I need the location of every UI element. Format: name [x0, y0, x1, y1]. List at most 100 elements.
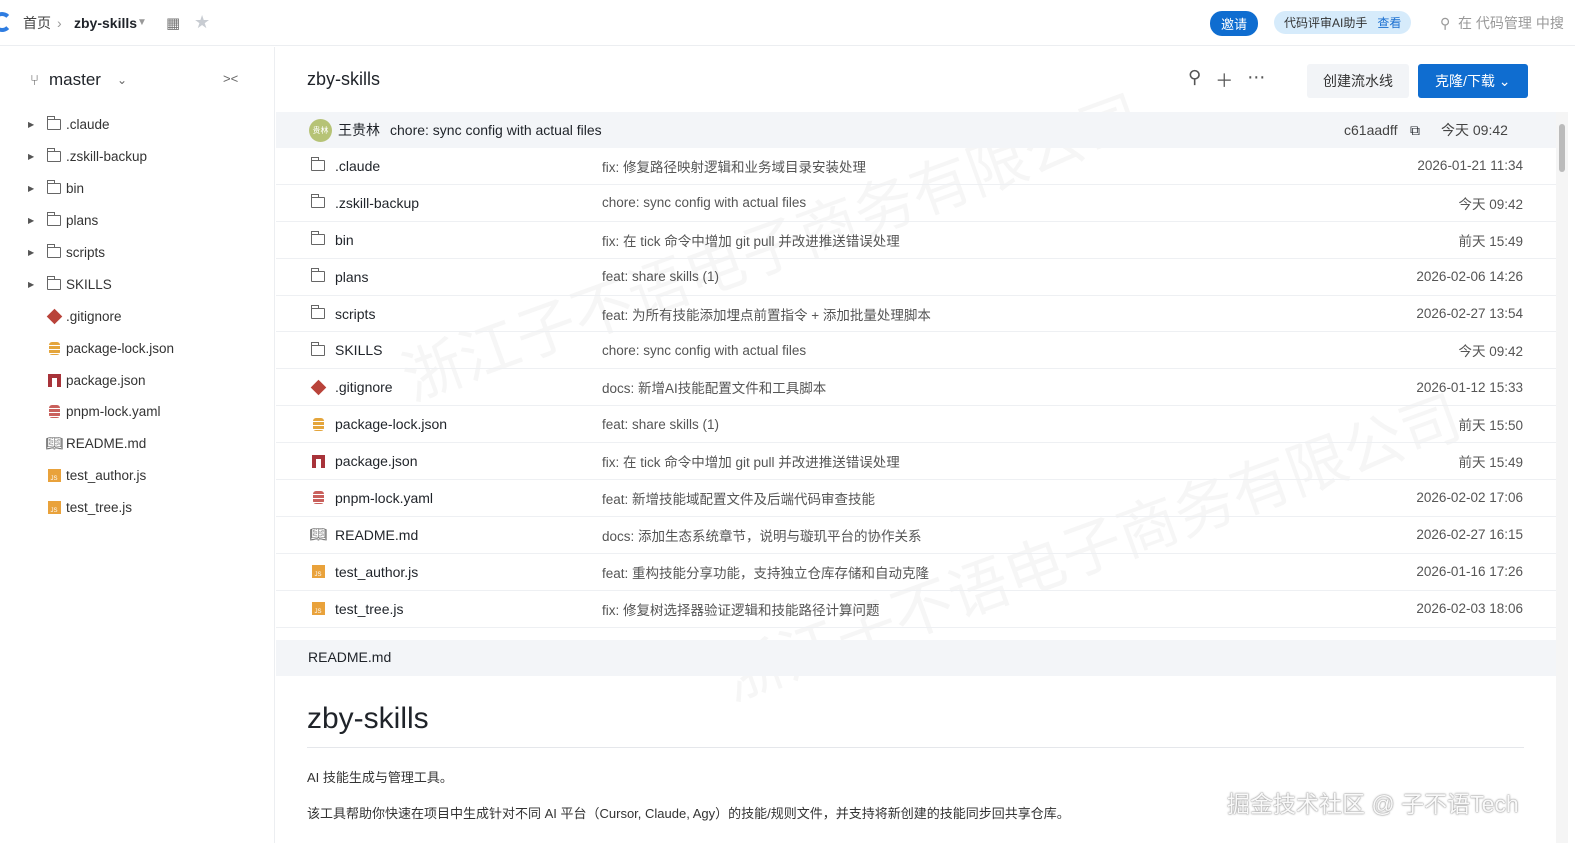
more-icon[interactable]: ⋯ [1247, 67, 1265, 93]
tree-item[interactable]: package.json [0, 364, 275, 396]
commit-message-link[interactable]: feat: 为所有技能添加埋点前置指令 + 添加批量处理脚本 [602, 304, 931, 324]
folder-icon [44, 275, 64, 290]
clone-download-button[interactable]: 克隆/下载 ⌄ [1418, 64, 1528, 98]
collapse-sidebar-icon[interactable]: >< [223, 71, 238, 86]
top-bar: 首页 › zby-skills ▼ ▦ ★ 邀请 代码评审AI助手 查看 ⚲ 在 … [0, 0, 1575, 46]
breadcrumb-repo[interactable]: zby-skills [74, 15, 137, 31]
commit-message-link[interactable]: chore: sync config with actual files [602, 343, 806, 358]
readme-title: zby-skills [307, 702, 429, 735]
latest-commit-bar: 贵林 王贵林 chore: sync config with actual fi… [276, 112, 1556, 148]
tree-item-label: .gitignore [66, 308, 122, 324]
ai-review-view-link[interactable]: 查看 [1377, 16, 1401, 30]
commit-date: 2026-02-06 14:26 [1416, 269, 1523, 285]
create-pipeline-button[interactable]: 创建流水线 [1307, 64, 1409, 98]
commit-message-link[interactable]: docs: 添加生态系统章节，说明与璇玑平台的协作关系 [602, 525, 922, 545]
file-name-link[interactable]: test_tree.js [335, 601, 403, 617]
commit-message-link[interactable]: fix: 在 tick 命令中增加 git pull 并改进推送错误处理 [602, 230, 900, 250]
file-name-link[interactable]: .zskill-backup [335, 195, 419, 211]
expand-arrow-icon[interactable]: ▶ [28, 216, 44, 225]
tree-item[interactable]: 📖︎ README.md [0, 428, 275, 460]
tree-item[interactable]: package-lock.json [0, 332, 275, 364]
file-name-link[interactable]: package-lock.json [335, 416, 447, 432]
file-name-link[interactable]: .gitignore [335, 379, 393, 395]
scrollbar[interactable] [1556, 112, 1568, 843]
commit-date: 2026-02-03 18:06 [1416, 601, 1523, 617]
tree-item[interactable]: pnpm-lock.yaml [0, 396, 275, 428]
js-file-icon: JS [44, 501, 64, 515]
commit-message-link[interactable]: fix: 修复路径映射逻辑和业务域目录安装处理 [602, 156, 866, 176]
commit-message-link[interactable]: fix: 在 tick 命令中增加 git pull 并改进推送错误处理 [602, 451, 900, 471]
file-name-link[interactable]: package.json [335, 453, 418, 469]
file-name-link[interactable]: .claude [335, 158, 380, 174]
folder-icon [308, 231, 328, 246]
file-name-link[interactable]: pnpm-lock.yaml [335, 490, 433, 506]
tree-item[interactable]: .gitignore [0, 300, 275, 332]
folder-icon [44, 148, 64, 163]
tree-item-label: plans [66, 213, 99, 229]
star-icon[interactable]: ★ [194, 12, 210, 33]
scrollbar-thumb[interactable] [1559, 124, 1565, 172]
file-name-link[interactable]: test_author.js [335, 564, 418, 580]
app-logo[interactable] [0, 12, 12, 32]
commit-message-link[interactable]: chore: sync config with actual files [602, 195, 806, 210]
table-row: bin fix: 在 tick 命令中增加 git pull 并改进推送错误处理 前… [276, 222, 1556, 259]
readme-paragraph: 该工具帮助你快速在项目中生成针对不同 AI 平台（Cursor, Claude,… [307, 806, 1070, 821]
caret-down-icon[interactable]: ▼ [137, 17, 147, 28]
add-icon[interactable]: ＋ [1215, 67, 1233, 93]
breadcrumb-home[interactable]: 首页 [23, 13, 51, 33]
folder-icon [308, 157, 328, 172]
commit-hash[interactable]: c61aadff [1344, 122, 1397, 138]
tree-item[interactable]: ▶ scripts [0, 237, 275, 269]
table-row: scripts feat: 为所有技能添加埋点前置指令 + 添加批量处理脚本 202… [276, 296, 1556, 333]
tree-item[interactable]: ▶ .claude [0, 109, 275, 141]
commit-message-link[interactable]: feat: 重构技能分享功能，支持独立仓库存储和自动克隆 [602, 562, 929, 582]
tree-item[interactable]: ▶ .zskill-backup [0, 141, 275, 173]
expand-arrow-icon[interactable]: ▶ [28, 184, 44, 193]
npm-icon [308, 454, 328, 468]
readme-header: README.md [276, 640, 1556, 676]
file-name-link[interactable]: SKILLS [335, 342, 382, 358]
commit-message-link[interactable]: feat: 新增技能域配置文件及后端代码审查技能 [602, 488, 875, 508]
branch-icon: ⑂ [30, 71, 40, 89]
branch-selector[interactable]: ⑂ master ⌄ [30, 70, 127, 90]
git-icon [44, 308, 64, 325]
commit-date: 2026-02-02 17:06 [1416, 490, 1523, 506]
file-name-link[interactable]: plans [335, 269, 368, 285]
invite-button[interactable]: 邀请 [1210, 11, 1259, 36]
table-row: JS test_author.js feat: 重构技能分享功能，支持独立仓库存储和… [276, 554, 1556, 591]
commit-message-link[interactable]: fix: 修复树选择器验证逻辑和技能路径计算问题 [602, 599, 880, 619]
global-search-input[interactable]: ⚲ 在 代码管理 中搜 [1440, 13, 1564, 33]
tree-item[interactable]: JS test_author.js [0, 460, 275, 492]
tree-item[interactable]: JS test_tree.js [0, 492, 275, 524]
book-icon: 📖︎ [45, 435, 63, 452]
tree-item[interactable]: ▶ SKILLS [0, 268, 275, 300]
expand-arrow-icon[interactable]: ▶ [28, 248, 44, 257]
folder-icon [44, 244, 64, 258]
expand-arrow-icon[interactable]: ▶ [28, 280, 44, 289]
tree-item-label: SKILLS [66, 276, 112, 292]
search-icon[interactable]: ⚲ [1188, 67, 1201, 93]
file-name-link[interactable]: bin [335, 232, 354, 248]
commit-message[interactable]: chore: sync config with actual files [390, 122, 602, 138]
commit-message-link[interactable]: feat: share skills (1) [602, 417, 719, 432]
folder-icon [308, 341, 328, 356]
file-tree-sidebar: ⑂ master ⌄ >< ▶ .claude ▶ .zskill-backup ▶ bin ▶… [0, 47, 275, 843]
commit-message-link[interactable]: feat: share skills (1) [602, 269, 719, 284]
tree-item[interactable]: ▶ bin [0, 173, 275, 205]
commit-date: 今天 09:42 [1458, 196, 1523, 212]
branch-name: master [49, 70, 101, 89]
table-row: .zskill-backup chore: sync config with ac… [276, 185, 1556, 222]
commit-message-link[interactable]: docs: 新增AI技能配置文件和工具脚本 [602, 377, 826, 397]
folder-icon [308, 194, 328, 209]
file-name-link[interactable]: scripts [335, 306, 375, 322]
building-icon[interactable]: ▦ [166, 14, 180, 32]
chevron-down-icon: ⌄ [116, 73, 128, 87]
copy-icon[interactable]: ⧉ [1410, 122, 1420, 139]
readme-paragraph: AI 技能生成与管理工具。 [307, 770, 453, 785]
tree-item-label: .claude [66, 117, 110, 133]
commit-author[interactable]: 王贵林 [338, 120, 380, 140]
tree-item[interactable]: ▶ plans [0, 205, 275, 237]
expand-arrow-icon[interactable]: ▶ [28, 152, 44, 161]
expand-arrow-icon[interactable]: ▶ [28, 120, 44, 129]
file-name-link[interactable]: README.md [335, 527, 418, 543]
